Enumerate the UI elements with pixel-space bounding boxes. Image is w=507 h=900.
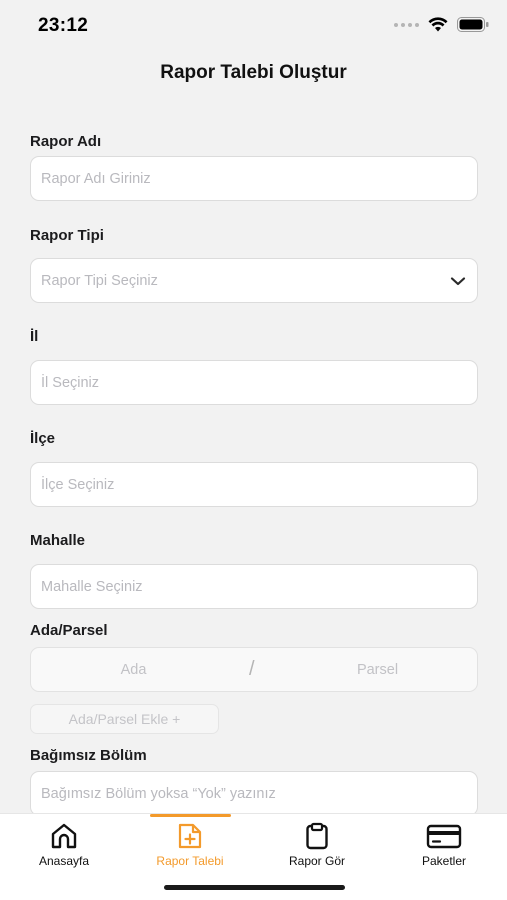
tab-anasayfa-label: Anasayfa (38, 854, 90, 868)
tab-rapor-talebi-label: Rapor Talebi (156, 854, 224, 868)
credit-card-icon (426, 824, 462, 849)
document-add-icon (178, 823, 202, 849)
home-indicator (164, 885, 345, 890)
status-time: 23:12 (38, 15, 89, 36)
rapor-adi-input[interactable]: Rapor Adı Giriniz (30, 156, 478, 201)
page-title: Rapor Talebi Oluştur (160, 62, 347, 83)
wifi-icon (428, 17, 448, 32)
bagimsiz-bolum-input[interactable]: Bağımsız Bölüm yoksa “Yok” yazınız (30, 771, 478, 816)
il-select[interactable]: İl Seçiniz (30, 360, 478, 405)
add-ada-parsel-button[interactable]: Ada/Parsel Ekle + (30, 704, 219, 734)
rapor-tipi-label: Rapor Tipi (30, 227, 104, 244)
ilce-label: İlçe (30, 430, 56, 447)
tab-anasayfa[interactable]: Anasayfa (1, 814, 127, 874)
rapor-tipi-select[interactable]: Rapor Tipi Seçiniz (30, 258, 478, 303)
ilce-placeholder: İlçe Seçiniz (41, 476, 115, 493)
rapor-tipi-placeholder: Rapor Tipi Seçiniz (41, 272, 158, 289)
rapor-adi-label: Rapor Adı (30, 133, 102, 150)
cellular-signal-icon (394, 22, 419, 27)
chevron-down-icon (450, 277, 466, 286)
ada-parsel-input-group: Ada / Parsel (30, 647, 478, 692)
ada-input[interactable]: Ada (31, 662, 236, 678)
clipboard-icon (306, 822, 328, 850)
status-icons (394, 17, 489, 32)
bagimsiz-bolum-label: Bağımsız Bölüm (30, 747, 147, 764)
home-icon (51, 823, 77, 849)
status-bar: 23:12 (0, 0, 507, 52)
mahalle-label: Mahalle (30, 532, 86, 549)
parsel-input[interactable]: Parsel (276, 662, 479, 678)
ada-parsel-label: Ada/Parsel (30, 622, 108, 639)
bagimsiz-bolum-placeholder: Bağımsız Bölüm yoksa “Yok” yazınız (41, 785, 276, 802)
ilce-select[interactable]: İlçe Seçiniz (30, 462, 478, 507)
tab-rapor-gor[interactable]: Rapor Gör (254, 814, 380, 874)
tab-paketler-label: Paketler (421, 854, 467, 868)
tab-rapor-talebi[interactable]: Rapor Talebi (127, 814, 253, 874)
tab-rapor-gor-label: Rapor Gör (288, 854, 346, 868)
il-placeholder: İl Seçiniz (41, 374, 100, 391)
ada-parsel-separator: / (249, 658, 255, 680)
il-label: İl (30, 328, 39, 345)
tab-paketler[interactable]: Paketler (381, 814, 507, 874)
mahalle-select[interactable]: Mahalle Seçiniz (30, 564, 478, 609)
rapor-adi-placeholder: Rapor Adı Giriniz (41, 170, 151, 187)
battery-icon (457, 17, 489, 32)
mahalle-placeholder: Mahalle Seçiniz (41, 578, 143, 595)
